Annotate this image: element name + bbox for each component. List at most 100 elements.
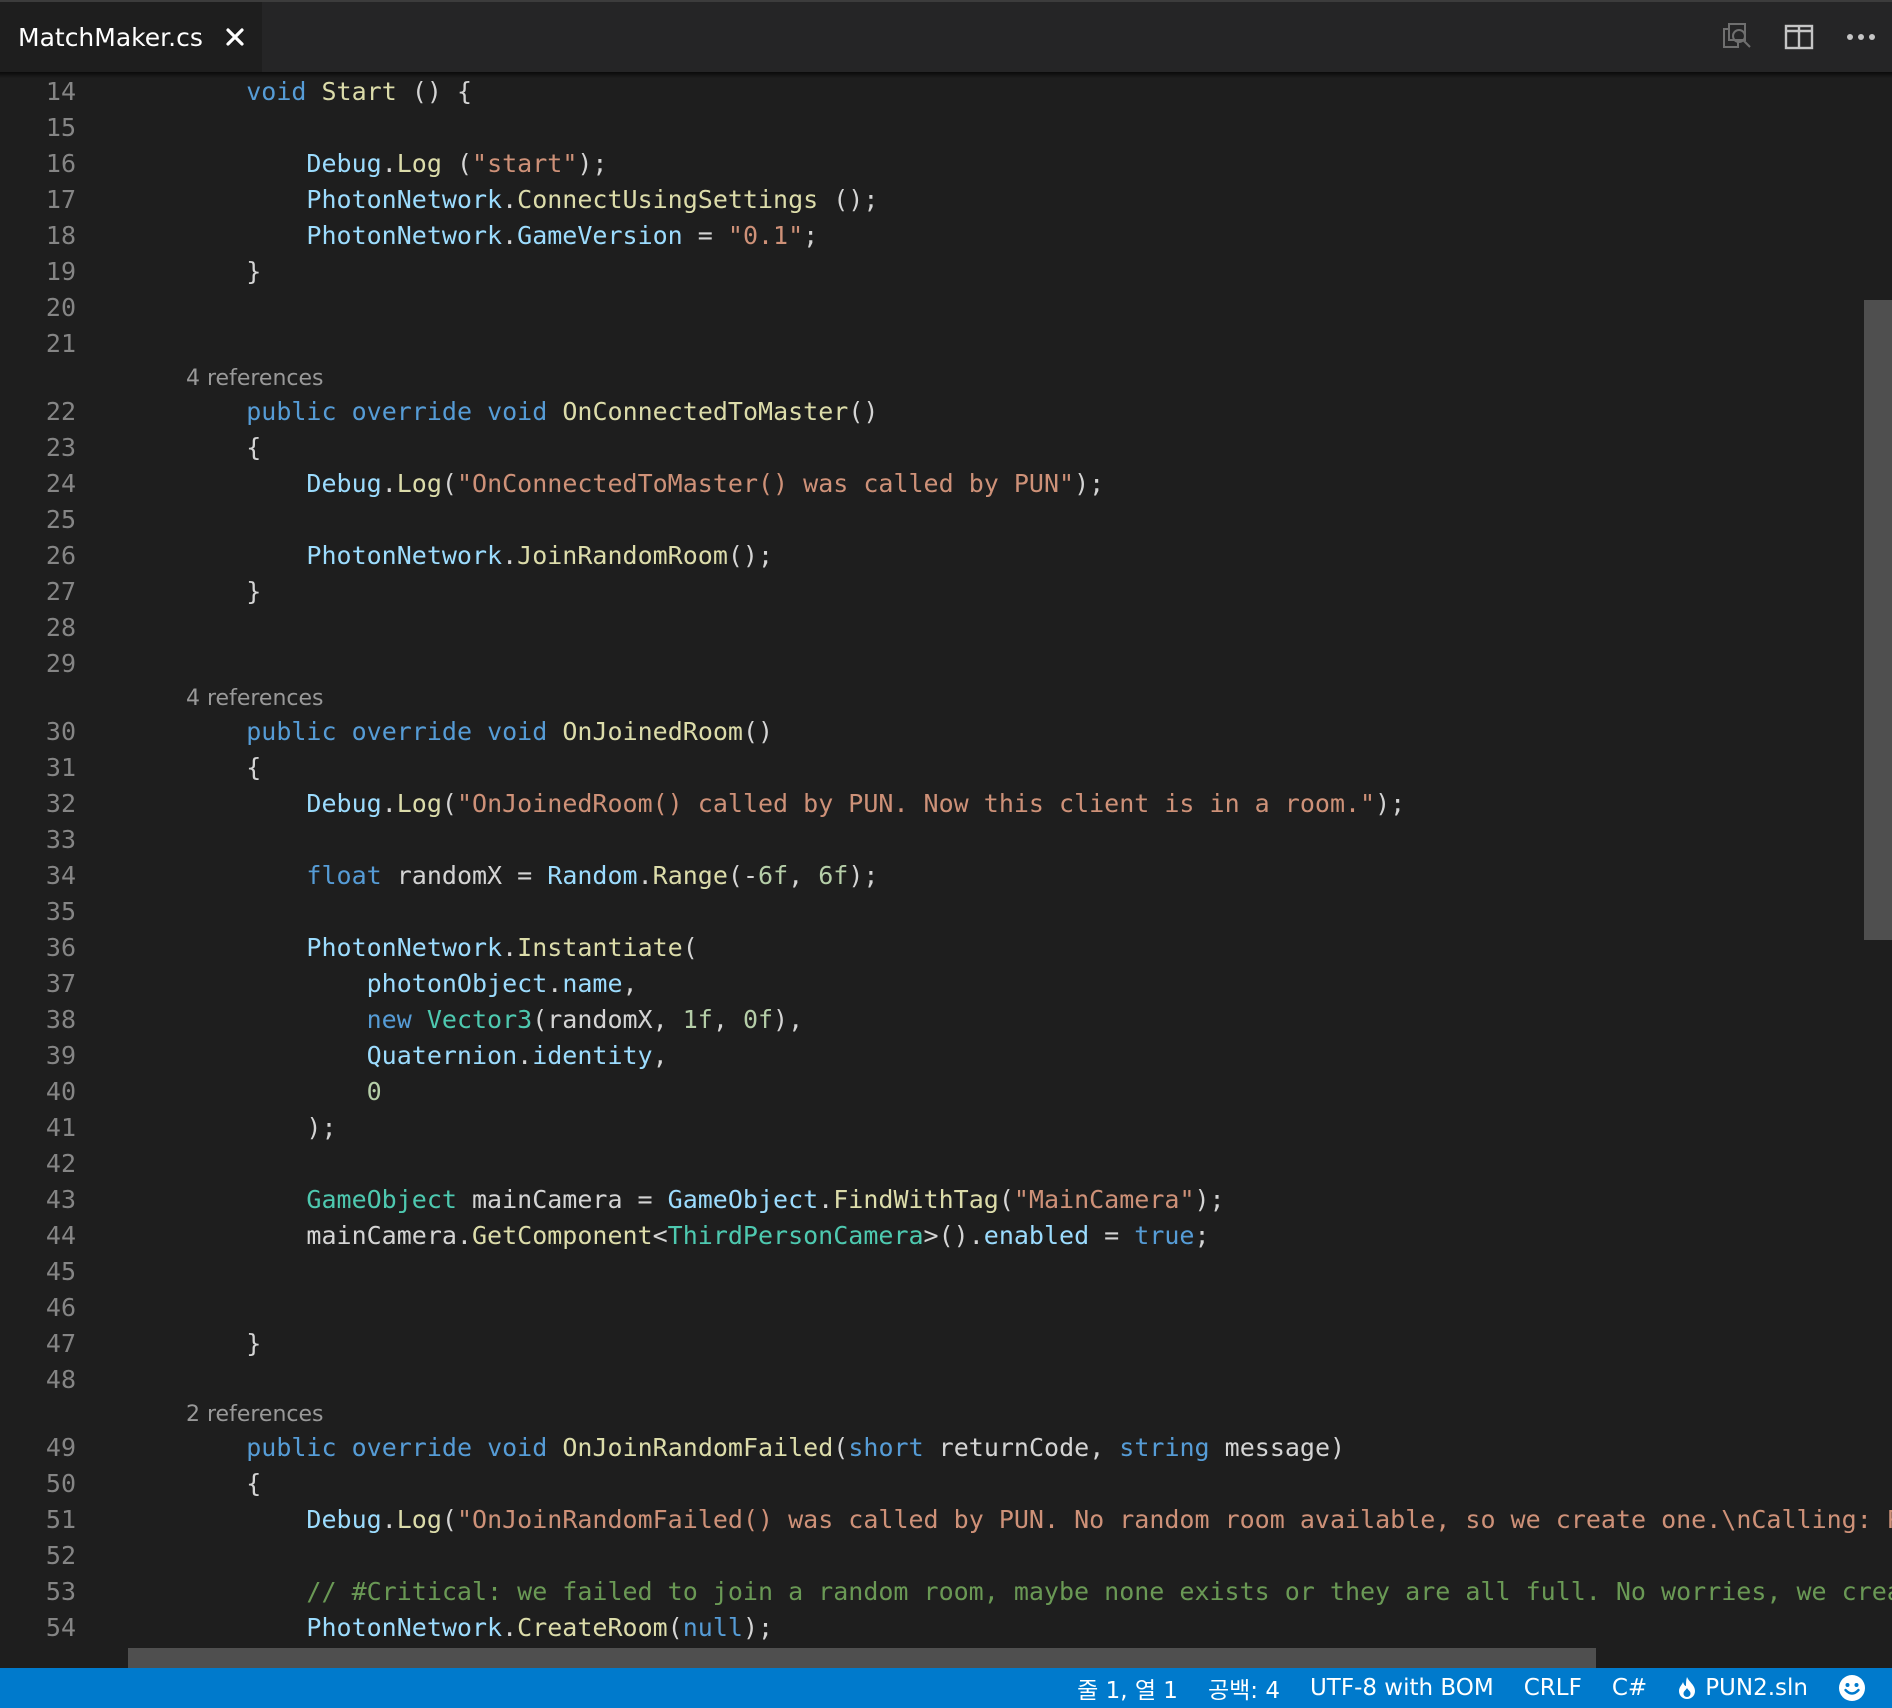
line-number: 38 [45,1005,76,1034]
code-line[interactable]: 51 Debug.Log("OnJoinRandomFailed() was c… [0,1502,1892,1538]
code-token: ; [803,221,819,250]
code-line[interactable]: 22 public override void OnConnectedToMas… [0,394,1870,430]
code-token: . [502,541,518,570]
status-eol[interactable]: CRLF [1509,1668,1597,1708]
code-line[interactable]: 24 Debug.Log("OnConnectedToMaster() was … [0,466,1870,502]
code-line[interactable]: 45 [0,1254,1870,1290]
code-token: "OnJoinedRoom() called by PUN. Now this … [456,789,1376,818]
code-line[interactable]: 50 { [0,1466,1870,1502]
code-token: Debug [306,789,382,818]
code-content: mainCamera.GetComponent<ThirdPersonCamer… [186,1218,1209,1254]
code-line[interactable]: 32 Debug.Log("OnJoinedRoom() called by P… [0,786,1870,822]
line-number: 52 [45,1541,76,1570]
code-line[interactable]: 23 { [0,430,1870,466]
find-references-icon[interactable] [1706,2,1768,72]
code-line[interactable]: 36 PhotonNetwork.Instantiate( [0,930,1870,966]
vertical-scrollbar[interactable] [1864,300,1892,940]
code-content: { [186,1466,261,1502]
code-editor[interactable]: 14 void Start () {15 16 Debug.Log ("start… [0,72,1892,1668]
code-line[interactable]: 39 Quaternion.identity, [0,1038,1870,1074]
code-token: . [637,861,653,890]
code-line[interactable]: 33 [0,822,1870,858]
code-token: new [366,1005,412,1034]
code-line[interactable]: 14 void Start () { [0,74,1870,110]
feedback-smiley-icon[interactable] [1823,1668,1892,1708]
code-line[interactable]: 31 { [0,750,1870,786]
horizontal-scrollbar[interactable] [128,1648,1596,1668]
status-encoding[interactable]: UTF-8 with BOM [1295,1668,1509,1708]
code-line[interactable]: 28 [0,610,1870,646]
code-line[interactable]: 18 PhotonNetwork.GameVersion = "0.1"; [0,218,1870,254]
code-line[interactable]: 16 Debug.Log ("start"); [0,146,1870,182]
code-line[interactable]: 43 GameObject mainCamera = GameObject.Fi… [0,1182,1870,1218]
code-lens-references[interactable]: 2 references [186,1400,324,1430]
code-line[interactable]: 47 } [0,1326,1870,1362]
code-token: () [848,397,879,426]
status-solution[interactable]: PUN2.sln [1662,1668,1823,1708]
code-line[interactable]: 30 public override void OnJoinedRoom() [0,714,1870,750]
editor-actions [1706,2,1892,72]
code-line[interactable]: 52 [0,1538,1870,1574]
code-token: void [487,1433,548,1462]
tab-matchmaker[interactable]: MatchMaker.cs [0,2,262,72]
code-line[interactable]: 41 ); [0,1110,1870,1146]
code-content: ); [186,1110,336,1146]
code-line[interactable]: 44 mainCamera.GetComponent<ThirdPersonCa… [0,1218,1870,1254]
code-line[interactable]: 54 PhotonNetwork.CreateRoom(null); [0,1610,1870,1646]
code-line[interactable]: 15 [0,110,1870,146]
code-line[interactable]: 40 0 [0,1074,1870,1110]
code-content: photonObject.name, [186,966,638,1002]
code-line[interactable]: 38 new Vector3(randomX, 1f, 0f), [0,1002,1870,1038]
code-line[interactable]: 17 PhotonNetwork.ConnectUsingSettings ()… [0,182,1870,218]
code-token: null [682,1613,743,1642]
code-lens-references[interactable]: 4 references [186,684,324,714]
code-content: 0 [186,1074,382,1110]
code-lens-references[interactable]: 4 references [186,364,324,394]
code-token: , [788,861,819,890]
code-line[interactable]: 35 [0,894,1870,930]
code-line[interactable]: 21 [0,326,1870,362]
line-number: 31 [45,753,76,782]
code-line[interactable]: 48 [0,1362,1870,1398]
code-token: Log [396,469,442,498]
code-token: "OnJoinRandomFailed() was called by PUN.… [456,1505,1892,1534]
code-line[interactable]: 49 public override void OnJoinRandomFail… [0,1430,1870,1466]
code-line[interactable]: 25 [0,502,1870,538]
split-editor-icon[interactable] [1768,2,1830,72]
status-language[interactable]: C# [1597,1668,1662,1708]
code-line[interactable]: 19 } [0,254,1870,290]
code-token: JoinRandomRoom [517,541,728,570]
code-token: ( [833,1433,849,1462]
code-token: ); [577,149,608,178]
code-token: "OnConnectedToMaster() was called by PUN… [456,469,1075,498]
code-line[interactable]: 37 photonObject.name, [0,966,1870,1002]
line-number: 27 [45,577,76,606]
code-token: ); [1074,469,1105,498]
code-content: PhotonNetwork.JoinRandomRoom(); [186,538,773,574]
code-line[interactable]: 26 PhotonNetwork.JoinRandomRoom(); [0,538,1870,574]
line-number: 35 [45,897,76,926]
code-line[interactable]: 46 [0,1290,1870,1326]
code-line[interactable]: 20 [0,290,1870,326]
more-actions-icon[interactable] [1830,2,1892,72]
code-line[interactable]: 42 [0,1146,1870,1182]
code-token: . [502,185,518,214]
code-token: "start" [472,149,578,178]
code-content: float randomX = Random.Range(-6f, 6f); [186,858,878,894]
code-line[interactable]: 29 [0,646,1870,682]
code-line[interactable]: 53 // #Critical: we failed to join a ran… [0,1574,1892,1610]
code-content: public override void OnJoinedRoom() [186,714,773,750]
status-cursor-position[interactable]: 줄 1, 열 1 [1062,1668,1193,1708]
status-indentation[interactable]: 공백: 4 [1193,1668,1295,1708]
code-line[interactable]: 34 float randomX = Random.Range(-6f, 6f)… [0,858,1870,894]
close-icon[interactable] [223,25,247,49]
code-line[interactable]: 27 } [0,574,1870,610]
code-token: OnConnectedToMaster [562,397,849,426]
